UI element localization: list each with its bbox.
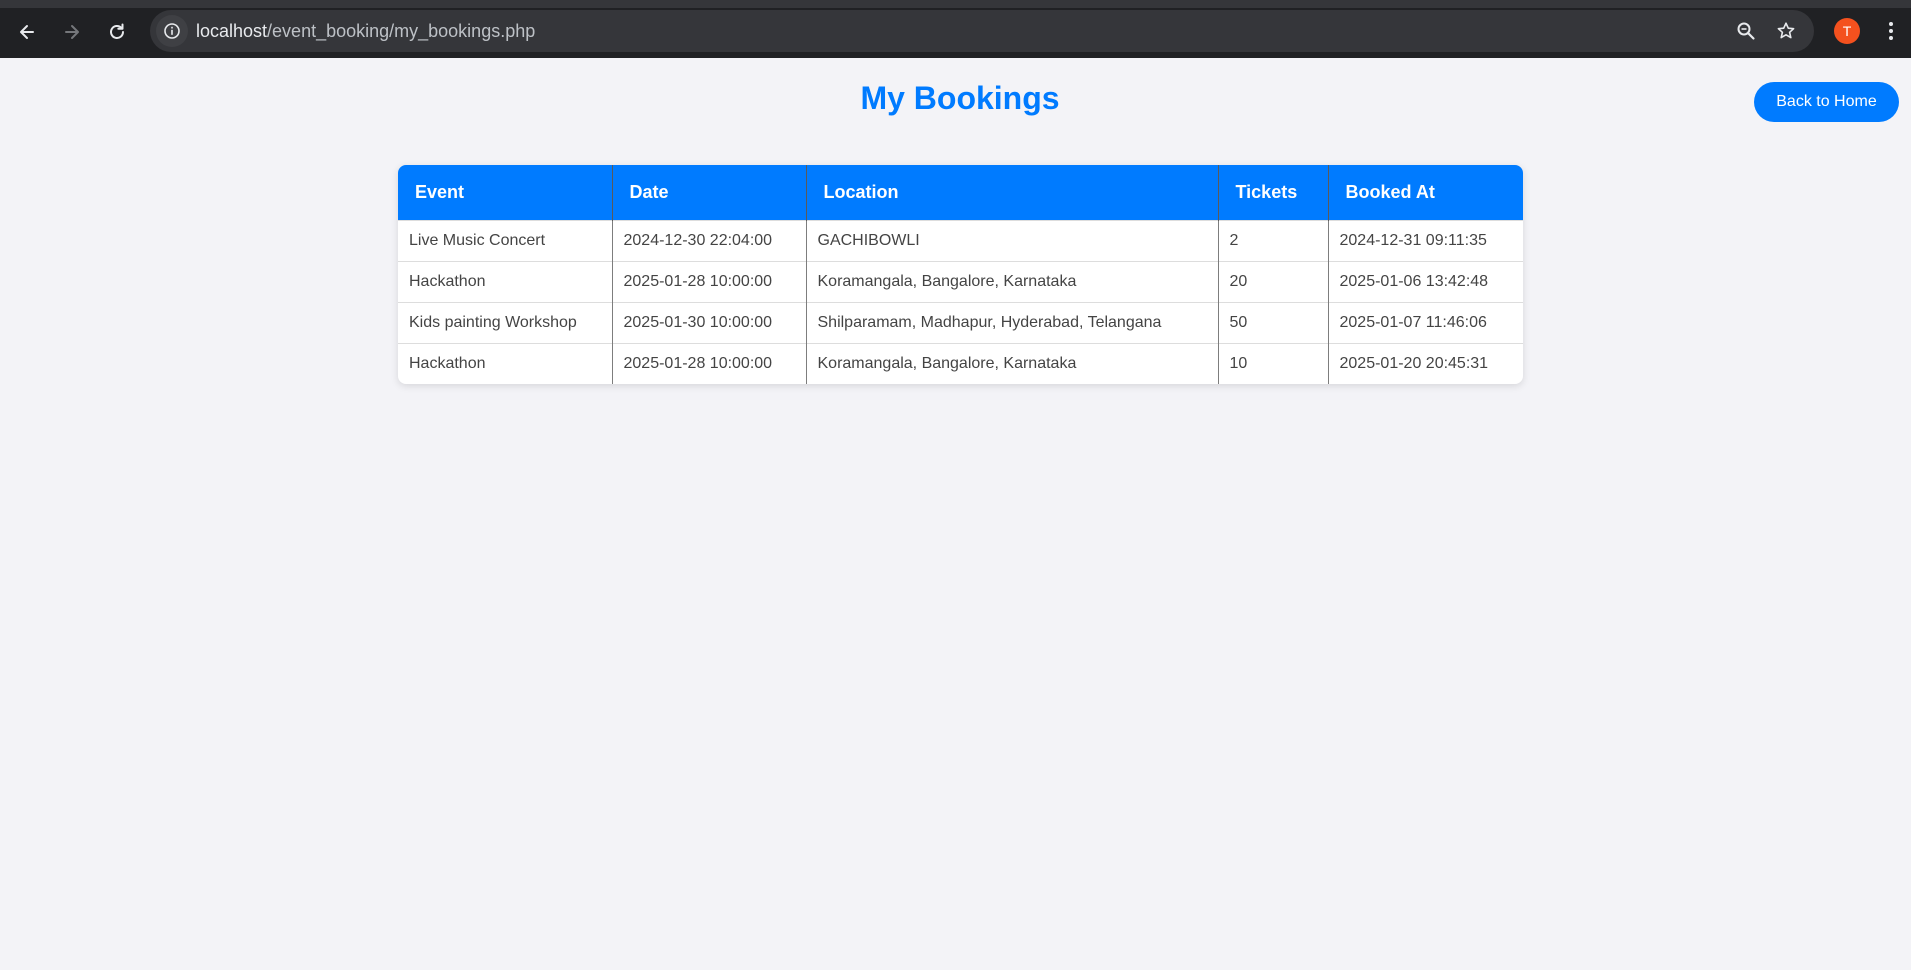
zoom-icon [1737, 22, 1755, 40]
cell-date: 2024-12-30 22:04:00 [612, 220, 807, 262]
header-booked-at: Booked At [1328, 165, 1523, 221]
cell-event: Hackathon [398, 261, 613, 303]
zoom-button[interactable] [1734, 19, 1758, 43]
cell-date: 2025-01-28 10:00:00 [612, 261, 807, 303]
bookmark-star-icon [1777, 22, 1795, 39]
cell-event: Live Music Concert [398, 220, 613, 262]
cell-tickets: 2 [1218, 220, 1329, 262]
forward-arrow-icon [65, 25, 79, 39]
header-date: Date [612, 165, 807, 221]
cell-tickets: 50 [1218, 302, 1329, 344]
reload-icon [110, 23, 124, 39]
cell-booked-at: 2024-12-31 09:11:35 [1328, 220, 1523, 262]
forward-button[interactable] [55, 15, 89, 49]
browser-toolbar: localhost/event_booking/my_bookings.php … [0, 0, 1911, 58]
browser-menu-button[interactable] [1880, 18, 1902, 44]
table-row: Hackathon 2025-01-28 10:00:00 Koramangal… [398, 343, 1523, 384]
cell-tickets: 20 [1218, 261, 1329, 303]
bookmark-button[interactable] [1774, 19, 1798, 43]
cell-booked-at: 2025-01-20 20:45:31 [1328, 343, 1523, 384]
address-bar[interactable]: localhost/event_booking/my_bookings.php [150, 10, 1814, 52]
header-event: Event [398, 165, 613, 221]
bookings-table-container: Event Date Location Tickets Booked At Li… [398, 165, 1523, 384]
cell-location: Koramangala, Bangalore, Karnataka [806, 261, 1219, 303]
cell-event: Hackathon [398, 343, 613, 384]
cell-date: 2025-01-30 10:00:00 [612, 302, 807, 344]
cell-location: GACHIBOWLI [806, 220, 1219, 262]
page-title: My Bookings [860, 80, 1060, 116]
cell-location: Shilparamam, Madhapur, Hyderabad, Telang… [806, 302, 1219, 344]
table-row: Live Music Concert 2024-12-30 22:04:00 G… [398, 220, 1523, 262]
info-icon [164, 23, 180, 39]
reload-button[interactable] [100, 15, 134, 49]
more-vert-icon [1889, 22, 1893, 40]
back-arrow-icon [20, 25, 34, 39]
table-row: Kids painting Workshop 2025-01-30 10:00:… [398, 302, 1523, 344]
url-path: /event_booking/my_bookings.php [267, 21, 536, 41]
table-row: Hackathon 2025-01-28 10:00:00 Koramangal… [398, 261, 1523, 303]
cell-booked-at: 2025-01-07 11:46:06 [1328, 302, 1523, 344]
cell-event: Kids painting Workshop [398, 302, 613, 344]
header-location: Location [806, 165, 1219, 221]
table-header-row: Event Date Location Tickets Booked At [398, 165, 1523, 221]
url-host: localhost [196, 21, 268, 41]
cell-booked-at: 2025-01-06 13:42:48 [1328, 261, 1523, 303]
cell-date: 2025-01-28 10:00:00 [612, 343, 807, 384]
profile-avatar[interactable]: T [1834, 18, 1860, 44]
back-to-home-button[interactable]: Back to Home [1754, 82, 1899, 122]
cell-tickets: 10 [1218, 343, 1329, 384]
cell-location: Koramangala, Bangalore, Karnataka [806, 343, 1219, 384]
back-button[interactable] [10, 15, 44, 49]
url-text[interactable]: localhost/event_booking/my_bookings.php [196, 21, 535, 42]
bookings-table: Event Date Location Tickets Booked At Li… [398, 165, 1523, 384]
header-tickets: Tickets [1218, 165, 1329, 221]
site-info-button[interactable] [156, 15, 188, 47]
